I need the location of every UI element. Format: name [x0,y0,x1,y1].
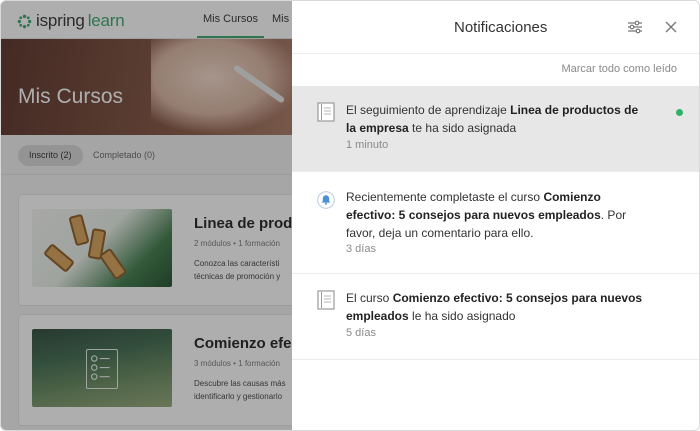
panel-header: Notificaciones [292,1,699,54]
bell-icon [317,191,335,209]
notification-text-part: El curso [346,291,393,305]
notifications-panel: Notificaciones Marcar todo como leído El… [292,1,699,430]
notification-text: El seguimiento de aprendizaje Linea de p… [346,101,646,137]
notification-text: Recientemente completaste el curso Comie… [346,188,646,242]
notification-text-part: te ha sido asignada [408,121,517,135]
unread-indicator [676,109,683,116]
notification-time: 5 días [346,327,376,339]
notification-item[interactable]: Recientemente completaste el curso Comie… [292,172,699,274]
notification-item[interactable]: El curso Comienzo efectivo: 5 consejos p… [292,274,699,360]
dim-overlay[interactable] [1,1,292,430]
notification-text-part: Recientemente completaste el curso [346,190,544,204]
close-icon [665,21,677,33]
filter-settings-button[interactable] [625,17,645,37]
notification-time: 3 días [346,243,376,255]
notification-text: El curso Comienzo efectivo: 5 consejos p… [346,289,646,325]
notification-text-part: El seguimiento de aprendizaje [346,103,511,117]
document-icon [317,102,335,122]
sliders-icon [628,20,642,34]
app-window: ispring learn Mis Cursos Mis C Mis Curso… [0,0,700,431]
notification-text-part: le ha sido asignado [408,309,516,323]
mark-all-read-link[interactable]: Marcar todo como leído [561,63,677,75]
notification-time: 1 minuto [346,139,389,151]
document-icon [317,290,335,310]
notification-item[interactable]: El seguimiento de aprendizaje Linea de p… [292,86,699,172]
panel-title: Notificaciones [454,19,548,36]
close-button[interactable] [661,17,681,37]
